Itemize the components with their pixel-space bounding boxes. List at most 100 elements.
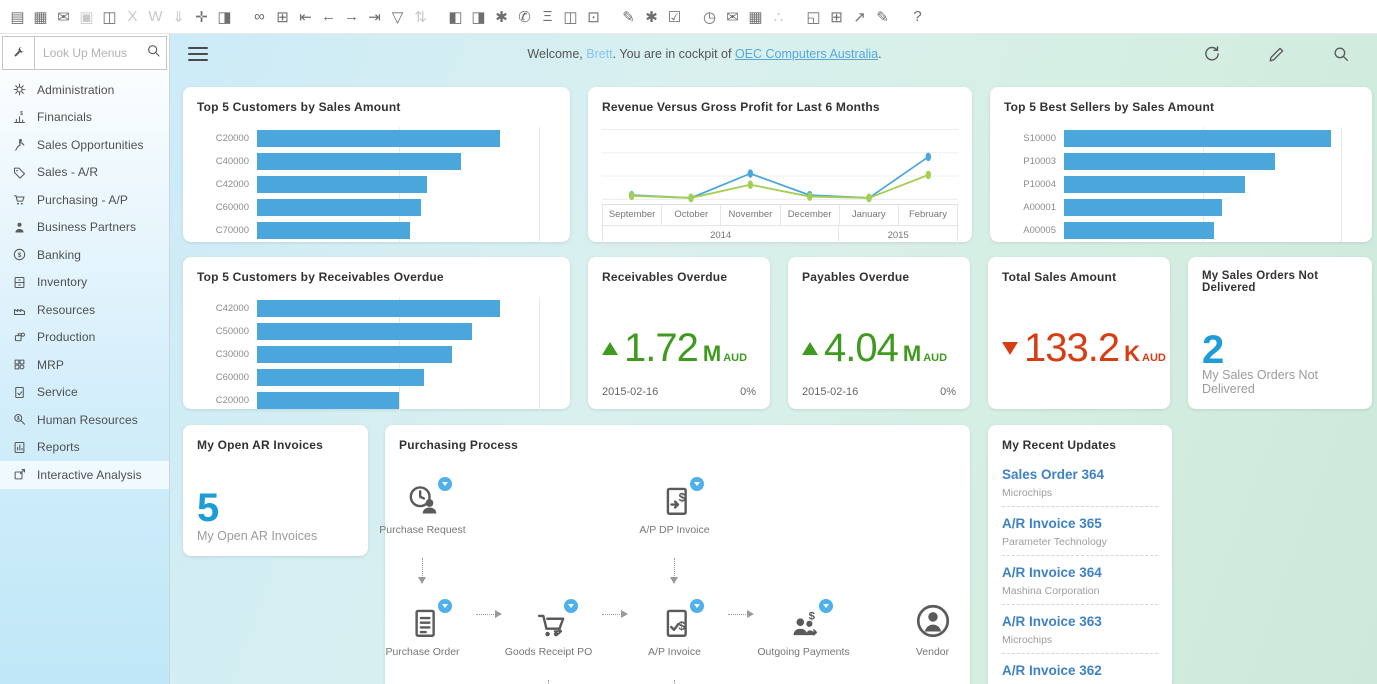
- sidebar-item-sales-opportunities[interactable]: Sales Opportunities: [0, 131, 169, 159]
- data-point[interactable]: [866, 194, 871, 203]
- last-record-icon[interactable]: ⇥: [363, 5, 386, 29]
- sidebar-item-inventory[interactable]: Inventory: [0, 269, 169, 297]
- process-node-goods-receipt-po[interactable]: [532, 606, 566, 640]
- copy-table-icon[interactable]: ◫: [98, 5, 121, 29]
- edit-cockpit-icon[interactable]: [1267, 45, 1286, 64]
- sidebar-item-banking[interactable]: $Banking: [0, 241, 169, 269]
- bar-C42000[interactable]: [257, 300, 500, 317]
- bar-C70000[interactable]: [257, 222, 410, 239]
- next-record-icon[interactable]: →: [340, 5, 363, 29]
- form-settings-icon[interactable]: ✱: [640, 5, 663, 29]
- bar-C20000[interactable]: [257, 392, 399, 409]
- data-point[interactable]: [807, 192, 812, 201]
- export-word-icon[interactable]: W: [144, 5, 167, 29]
- data-point[interactable]: [926, 171, 931, 180]
- options-badge-icon[interactable]: [690, 477, 704, 491]
- options-badge-icon[interactable]: [564, 599, 578, 613]
- bar-C42000[interactable]: [257, 176, 427, 193]
- sidebar-item-business-partners[interactable]: Business Partners: [0, 214, 169, 242]
- sidebar-item-interactive-analysis[interactable]: Interactive Analysis: [0, 461, 169, 489]
- options-badge-icon[interactable]: [690, 599, 704, 613]
- bar-C60000[interactable]: [257, 199, 421, 216]
- preview-icon[interactable]: ⊡: [582, 5, 605, 29]
- sidebar-item-resources[interactable]: Resources: [0, 296, 169, 324]
- data-point[interactable]: [748, 169, 753, 178]
- sidebar-item-service[interactable]: Service: [0, 379, 169, 407]
- data-point[interactable]: [748, 180, 753, 189]
- open-ar-count[interactable]: 5: [197, 486, 354, 531]
- alerts-clock-icon[interactable]: ◷: [698, 5, 721, 29]
- sidebar-item-mrp[interactable]: MRP: [0, 351, 169, 379]
- bar-C20000[interactable]: [257, 130, 500, 147]
- bar-P10003[interactable]: [1064, 153, 1275, 170]
- options-badge-icon[interactable]: [819, 599, 833, 613]
- process-node-purchase-order[interactable]: [406, 606, 440, 640]
- base-document-icon[interactable]: ◧: [444, 5, 467, 29]
- document-settings-icon[interactable]: ✱: [490, 5, 513, 29]
- bar-S10000[interactable]: [1064, 130, 1331, 147]
- refresh-icon[interactable]: [1201, 44, 1221, 64]
- update-link[interactable]: A/R Invoice 363: [1002, 614, 1158, 629]
- screenshot-icon[interactable]: ▣: [75, 5, 98, 29]
- sidebar-item-reports[interactable]: Reports: [0, 434, 169, 462]
- update-link[interactable]: A/R Invoice 365: [1002, 516, 1158, 531]
- filter-table-icon[interactable]: ▽: [386, 5, 409, 29]
- lookup-search-icon[interactable]: [146, 43, 162, 59]
- bar-C30000[interactable]: [257, 346, 452, 363]
- bar-C40000[interactable]: [257, 153, 461, 170]
- update-link[interactable]: Sales Order 364: [1002, 467, 1158, 482]
- process-node-purchase-request[interactable]: [406, 484, 440, 518]
- kpi-value[interactable]: 133.2KAUD: [1002, 326, 1156, 371]
- payment-means-icon[interactable]: Ξ: [536, 5, 559, 29]
- share-icon[interactable]: ↗: [848, 5, 871, 29]
- row-details-icon[interactable]: ☑: [663, 5, 686, 29]
- data-point[interactable]: [688, 194, 693, 203]
- cockpit-window-icon[interactable]: ◱: [802, 5, 825, 29]
- print-icon[interactable]: ▦: [29, 5, 52, 29]
- recent-update-item[interactable]: A/R Invoice 365Parameter Technology: [1002, 507, 1158, 556]
- kpi-count[interactable]: 2: [1202, 328, 1358, 373]
- menu-tools-button[interactable]: [2, 36, 35, 70]
- sidebar-item-administration[interactable]: Administration: [0, 76, 169, 104]
- bar-C50000[interactable]: [257, 323, 472, 340]
- org-chart-icon[interactable]: ∴: [767, 5, 790, 29]
- company-link[interactable]: OEC Computers Australia: [735, 47, 878, 61]
- sidebar-item-purchasing-a-p[interactable]: Purchasing - A/P: [0, 186, 169, 214]
- kpi-value[interactable]: 1.72MAUD: [602, 326, 756, 371]
- bar-P10004[interactable]: [1064, 176, 1245, 193]
- messages-alert-icon[interactable]: ✉: [721, 5, 744, 29]
- options-badge-icon[interactable]: [438, 599, 452, 613]
- target-document-icon[interactable]: ◨: [467, 5, 490, 29]
- process-node-ap-dp-invoice[interactable]: $: [658, 484, 692, 518]
- menu-toggle-icon[interactable]: [188, 44, 208, 65]
- bar-A00001[interactable]: [1064, 199, 1222, 216]
- sidebar-item-production[interactable]: Production: [0, 324, 169, 352]
- search-icon[interactable]: [1332, 45, 1351, 64]
- journal-entry-icon[interactable]: ◨: [213, 5, 236, 29]
- report-finder-icon[interactable]: ▤: [6, 5, 29, 29]
- sidebar-item-human-resources[interactable]: Human Resources: [0, 406, 169, 434]
- move-icon[interactable]: ✛: [190, 5, 213, 29]
- user-settings-icon[interactable]: ✎: [871, 5, 894, 29]
- phone-activity-icon[interactable]: ✆: [513, 5, 536, 29]
- previous-record-icon[interactable]: ←: [317, 5, 340, 29]
- process-node-vendor[interactable]: [914, 602, 952, 640]
- export-pdf-icon[interactable]: ⇓: [167, 5, 190, 29]
- bar-A00005[interactable]: [1064, 222, 1214, 239]
- bar-C60000[interactable]: [257, 369, 424, 386]
- edit-document-icon[interactable]: ✎: [617, 5, 640, 29]
- process-node-ap-invoice[interactable]: $: [658, 606, 692, 640]
- update-link[interactable]: A/R Invoice 364: [1002, 565, 1158, 580]
- help-icon[interactable]: ?: [906, 5, 929, 29]
- split-icon[interactable]: ◫: [559, 5, 582, 29]
- kpi-value[interactable]: 4.04MAUD: [802, 326, 956, 371]
- export-excel-icon[interactable]: X: [121, 5, 144, 29]
- first-record-icon[interactable]: ⇤: [294, 5, 317, 29]
- recent-update-item[interactable]: A/R Invoice 362Earthshaker Corporation: [1002, 654, 1158, 684]
- widget-gallery-icon[interactable]: ⊞: [825, 5, 848, 29]
- process-node-outgoing-payments[interactable]: $: [787, 606, 821, 640]
- sidebar-item-financials[interactable]: $Financials: [0, 104, 169, 132]
- sort-table-icon[interactable]: ⇅: [409, 5, 432, 29]
- recent-update-item[interactable]: A/R Invoice 363Microchips: [1002, 605, 1158, 654]
- sidebar-item-sales-a-r[interactable]: Sales - A/R: [0, 159, 169, 187]
